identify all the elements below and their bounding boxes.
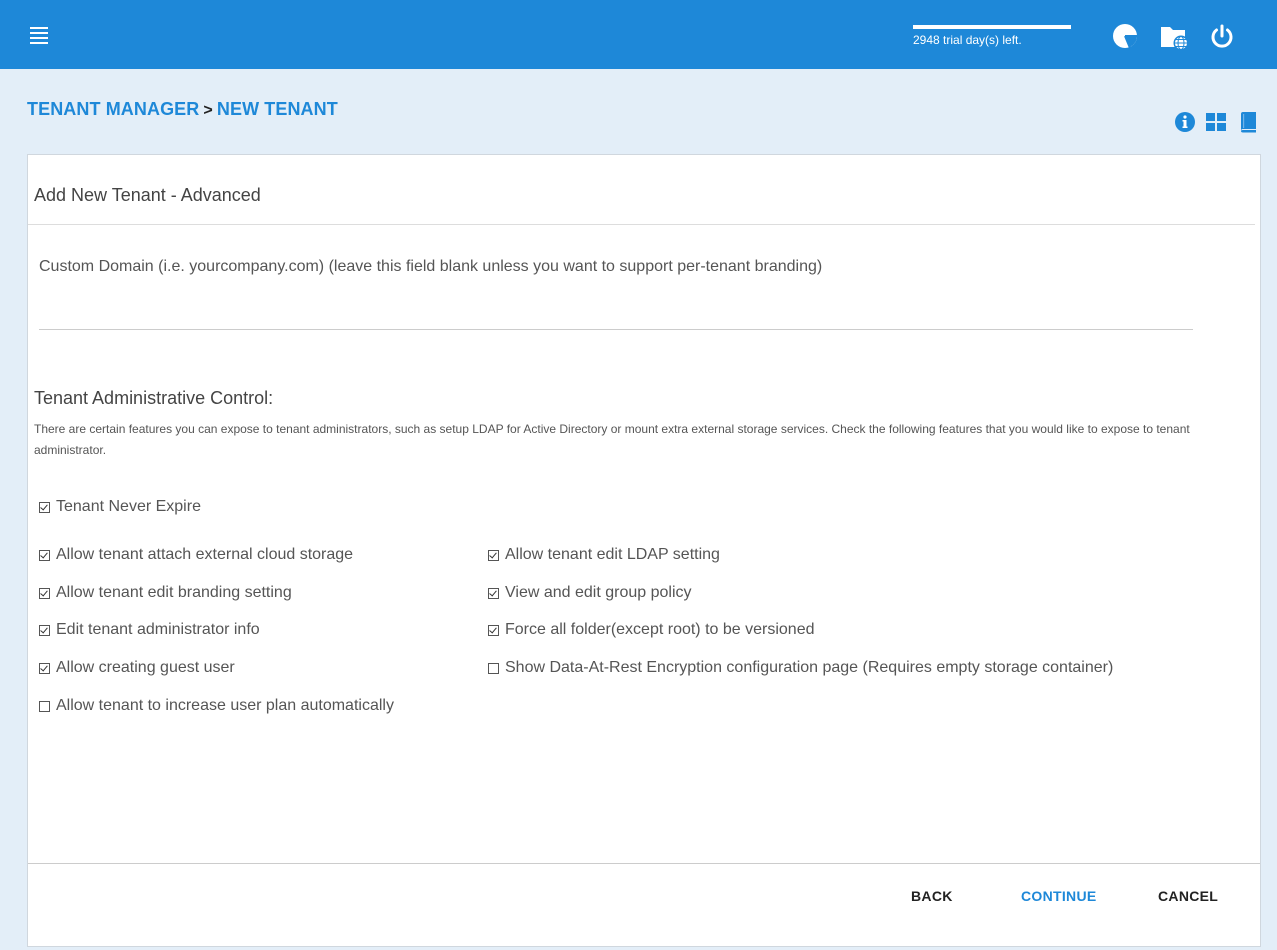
option-label: Tenant Never Expire [56,498,201,515]
divider [28,224,1255,225]
checkbox[interactable] [488,587,499,599]
panel-title: Add New Tenant - Advanced [34,185,261,205]
option-label: Allow creating guest user [56,659,235,676]
option-label: Show Data-At-Rest Encryption configurati… [505,659,1114,676]
checkbox[interactable] [39,501,50,513]
trial-progress-bar [913,25,1071,29]
checkbox[interactable] [39,624,50,636]
section-title: Tenant Administrative Control: [34,388,274,408]
power-icon[interactable] [1208,22,1236,50]
option-group-policy[interactable]: View and edit group policy [488,584,692,602]
back-button[interactable]: BACK [911,888,953,904]
continue-button[interactable]: CONTINUE [1021,888,1097,904]
breadcrumb: TENANT MANAGER > NEW TENANT [27,99,338,120]
option-edit-branding[interactable]: Allow tenant edit branding setting [39,584,292,602]
option-force-versioned[interactable]: Force all folder(except root) to be vers… [488,621,814,639]
custom-domain-label: Custom Domain (i.e. yourcompany.com) (le… [39,258,823,275]
book-icon[interactable] [1237,111,1259,133]
option-data-at-rest-encryption[interactable]: Show Data-At-Rest Encryption configurati… [488,659,1113,677]
checkbox[interactable] [39,549,50,561]
info-icon[interactable] [1174,111,1196,133]
option-label: Allow tenant to increase user plan autom… [56,697,394,714]
hamburger-menu-icon[interactable] [30,27,48,44]
option-label: Allow tenant attach external cloud stora… [56,546,354,563]
checkbox[interactable] [39,700,50,712]
custom-domain-input[interactable] [39,293,1193,330]
option-attach-external-storage[interactable]: Allow tenant attach external cloud stora… [39,546,353,564]
footer-divider [28,863,1260,864]
checkbox[interactable] [488,549,499,561]
top-bar: 2948 trial day(s) left. [0,0,1277,69]
breadcrumb-tenant-manager[interactable]: TENANT MANAGER [27,99,199,119]
option-edit-ldap[interactable]: Allow tenant edit LDAP setting [488,546,720,564]
option-increase-user-plan[interactable]: Allow tenant to increase user plan autom… [39,697,394,715]
option-label: Edit tenant administrator info [56,621,260,638]
breadcrumb-new-tenant: NEW TENANT [216,99,338,119]
pie-chart-icon[interactable] [1111,22,1139,50]
checkbox[interactable] [39,662,50,674]
option-edit-admin-info[interactable]: Edit tenant administrator info [39,621,260,639]
option-guest-user[interactable]: Allow creating guest user [39,659,235,677]
option-label: Allow tenant edit LDAP setting [505,546,720,563]
checkbox[interactable] [488,662,499,674]
option-label: View and edit group policy [505,584,692,601]
new-tenant-panel: Add New Tenant - Advanced Custom Domain … [27,154,1261,947]
section-description: There are certain features you can expos… [34,422,1190,457]
cancel-button[interactable]: CANCEL [1158,888,1218,904]
web-folder-icon[interactable] [1159,22,1191,52]
checkbox[interactable] [488,624,499,636]
breadcrumb-separator: > [203,102,213,119]
option-tenant-never-expire[interactable]: Tenant Never Expire [39,498,201,516]
checkbox[interactable] [39,587,50,599]
grid-icon[interactable] [1205,111,1227,133]
trial-days-text: 2948 trial day(s) left. [913,33,1022,47]
option-label: Allow tenant edit branding setting [56,584,292,601]
option-label: Force all folder(except root) to be vers… [505,621,815,638]
